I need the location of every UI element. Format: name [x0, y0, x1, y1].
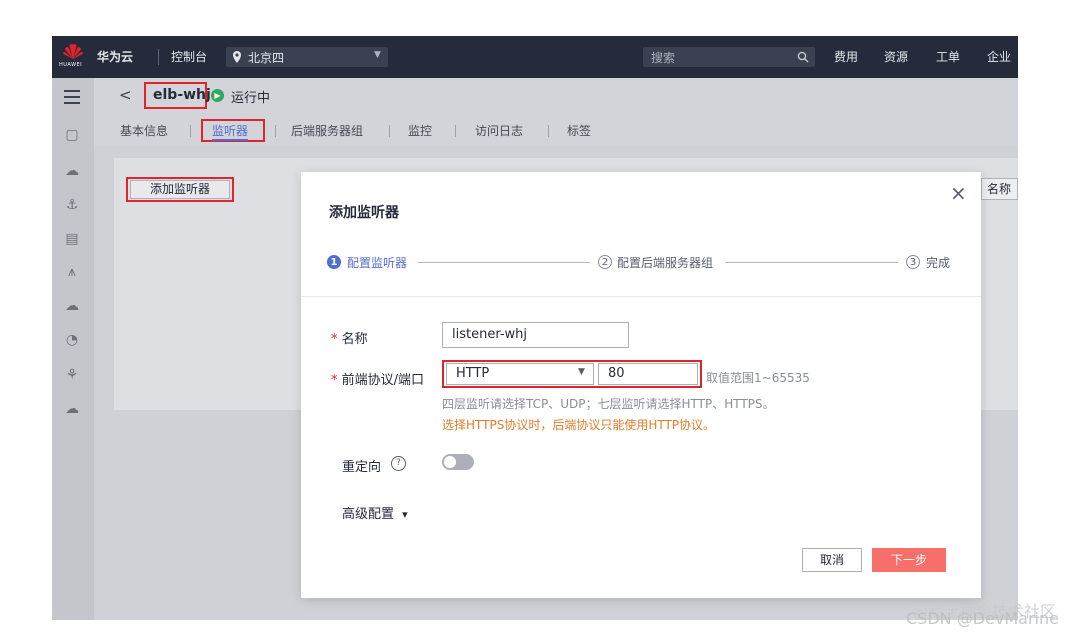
elb-name: elb-whj: [153, 87, 211, 103]
status-running-icon: ▶: [211, 89, 224, 102]
tab-listener[interactable]: 监听器: [212, 122, 249, 141]
divider: [301, 296, 981, 297]
console-link[interactable]: 控制台: [171, 36, 207, 78]
menu-tickets[interactable]: 工单: [936, 36, 960, 78]
cloud-icon[interactable]: ☁: [62, 162, 82, 180]
protocol-select[interactable]: HTTP ▼: [446, 363, 594, 385]
divider: [455, 125, 456, 137]
divider: [389, 125, 390, 137]
search-icon[interactable]: [797, 51, 809, 63]
tab-backend-group[interactable]: 后端服务器组: [291, 122, 363, 139]
hamburger-menu-icon[interactable]: [64, 90, 80, 104]
next-step-button[interactable]: 下一步: [872, 548, 946, 572]
tab-basic-info[interactable]: 基本信息: [120, 122, 168, 139]
menu-billing[interactable]: 费用: [834, 36, 858, 78]
brand-link[interactable]: 华为云: [97, 36, 133, 78]
search-placeholder: 搜索: [651, 51, 676, 65]
close-icon[interactable]: ×: [950, 181, 967, 205]
help-icon[interactable]: ?: [391, 456, 406, 471]
network-icon[interactable]: ⚘: [62, 366, 82, 384]
status-text: 运行中: [231, 91, 271, 106]
search-input[interactable]: 搜索: [643, 47, 815, 67]
back-button[interactable]: <: [119, 86, 132, 104]
step-1-icon: 1: [327, 255, 341, 269]
step-2-icon: 2: [598, 255, 612, 269]
watermark-csdn: CSDN @DevMarine: [906, 609, 1059, 628]
redirect-label: 重定向: [342, 460, 382, 475]
step-connector: [725, 262, 898, 263]
tab-tags[interactable]: 标签: [567, 122, 591, 139]
tab-monitor[interactable]: 监控: [408, 122, 432, 139]
divider: [548, 125, 549, 137]
https-warning: 选择HTTPS协议时，后端协议只能使用HTTP协议。: [442, 418, 716, 432]
document-icon[interactable]: ▢: [62, 126, 82, 144]
divider: [275, 125, 276, 137]
port-input[interactable]: 80: [598, 363, 698, 385]
divider: [190, 125, 191, 137]
advanced-config-label: 高级配置: [342, 507, 395, 522]
sidebar: [52, 78, 94, 620]
cluster-icon[interactable]: ⩚: [62, 263, 82, 281]
step-3-label: 完成: [926, 256, 951, 270]
protocol-port-label: * 前端协议/端口: [331, 373, 425, 388]
step-3-icon: 3: [906, 255, 920, 269]
dialog-title: 添加监听器: [329, 205, 399, 221]
file-icon[interactable]: ▤: [62, 230, 82, 248]
port-range-hint: 取值范围1~65535: [706, 371, 810, 385]
protocol-hint: 四层监听请选择TCP、UDP；七层监听请选择HTTP、HTTPS。: [442, 397, 775, 411]
caret-down-icon: ▾: [402, 508, 408, 521]
advanced-config-toggle[interactable]: 高级配置 ▾: [342, 503, 408, 522]
redirect-toggle[interactable]: [442, 454, 474, 470]
menu-resources[interactable]: 资源: [884, 36, 908, 78]
menu-enterprise[interactable]: 企业: [987, 36, 1011, 78]
step-1-label: 配置监听器: [347, 256, 408, 270]
cancel-button[interactable]: 取消: [802, 548, 862, 572]
add-listener-button[interactable]: 添加监听器: [130, 180, 230, 199]
name-field[interactable]: listener-whj: [442, 322, 629, 348]
region-value: 北京四: [248, 51, 285, 65]
name-label: * 名称: [331, 332, 368, 347]
top-navbar: HUAWEI 华为云 控制台 北京四 ▼ 搜索 费用 资源 工单 企业: [52, 36, 1018, 78]
add-listener-label: 添加监听器: [149, 182, 210, 196]
chevron-down-icon: ▼: [374, 50, 381, 60]
logo-text: HUAWEI: [59, 62, 83, 68]
location-pin-icon: [233, 51, 241, 63]
column-name-label: 名称: [987, 182, 1012, 196]
step-2-label: 配置后端服务器组: [617, 256, 714, 270]
cloud-upload-icon[interactable]: ☁: [62, 297, 82, 315]
protocol-value: HTTP: [456, 366, 490, 381]
gauge-icon[interactable]: ◔: [62, 331, 82, 349]
cloud-service-icon[interactable]: ☁: [62, 400, 82, 418]
toggle-knob: [444, 456, 456, 468]
step-connector: [418, 262, 590, 263]
anchor-icon[interactable]: ⚓: [62, 196, 82, 214]
column-header-name: 名称: [981, 178, 1018, 200]
divider: [158, 49, 159, 65]
tab-access-log[interactable]: 访问日志: [475, 122, 523, 139]
region-select[interactable]: 北京四 ▼: [226, 47, 388, 67]
huawei-logo-icon[interactable]: [62, 42, 84, 60]
chevron-down-icon: ▼: [578, 367, 585, 377]
